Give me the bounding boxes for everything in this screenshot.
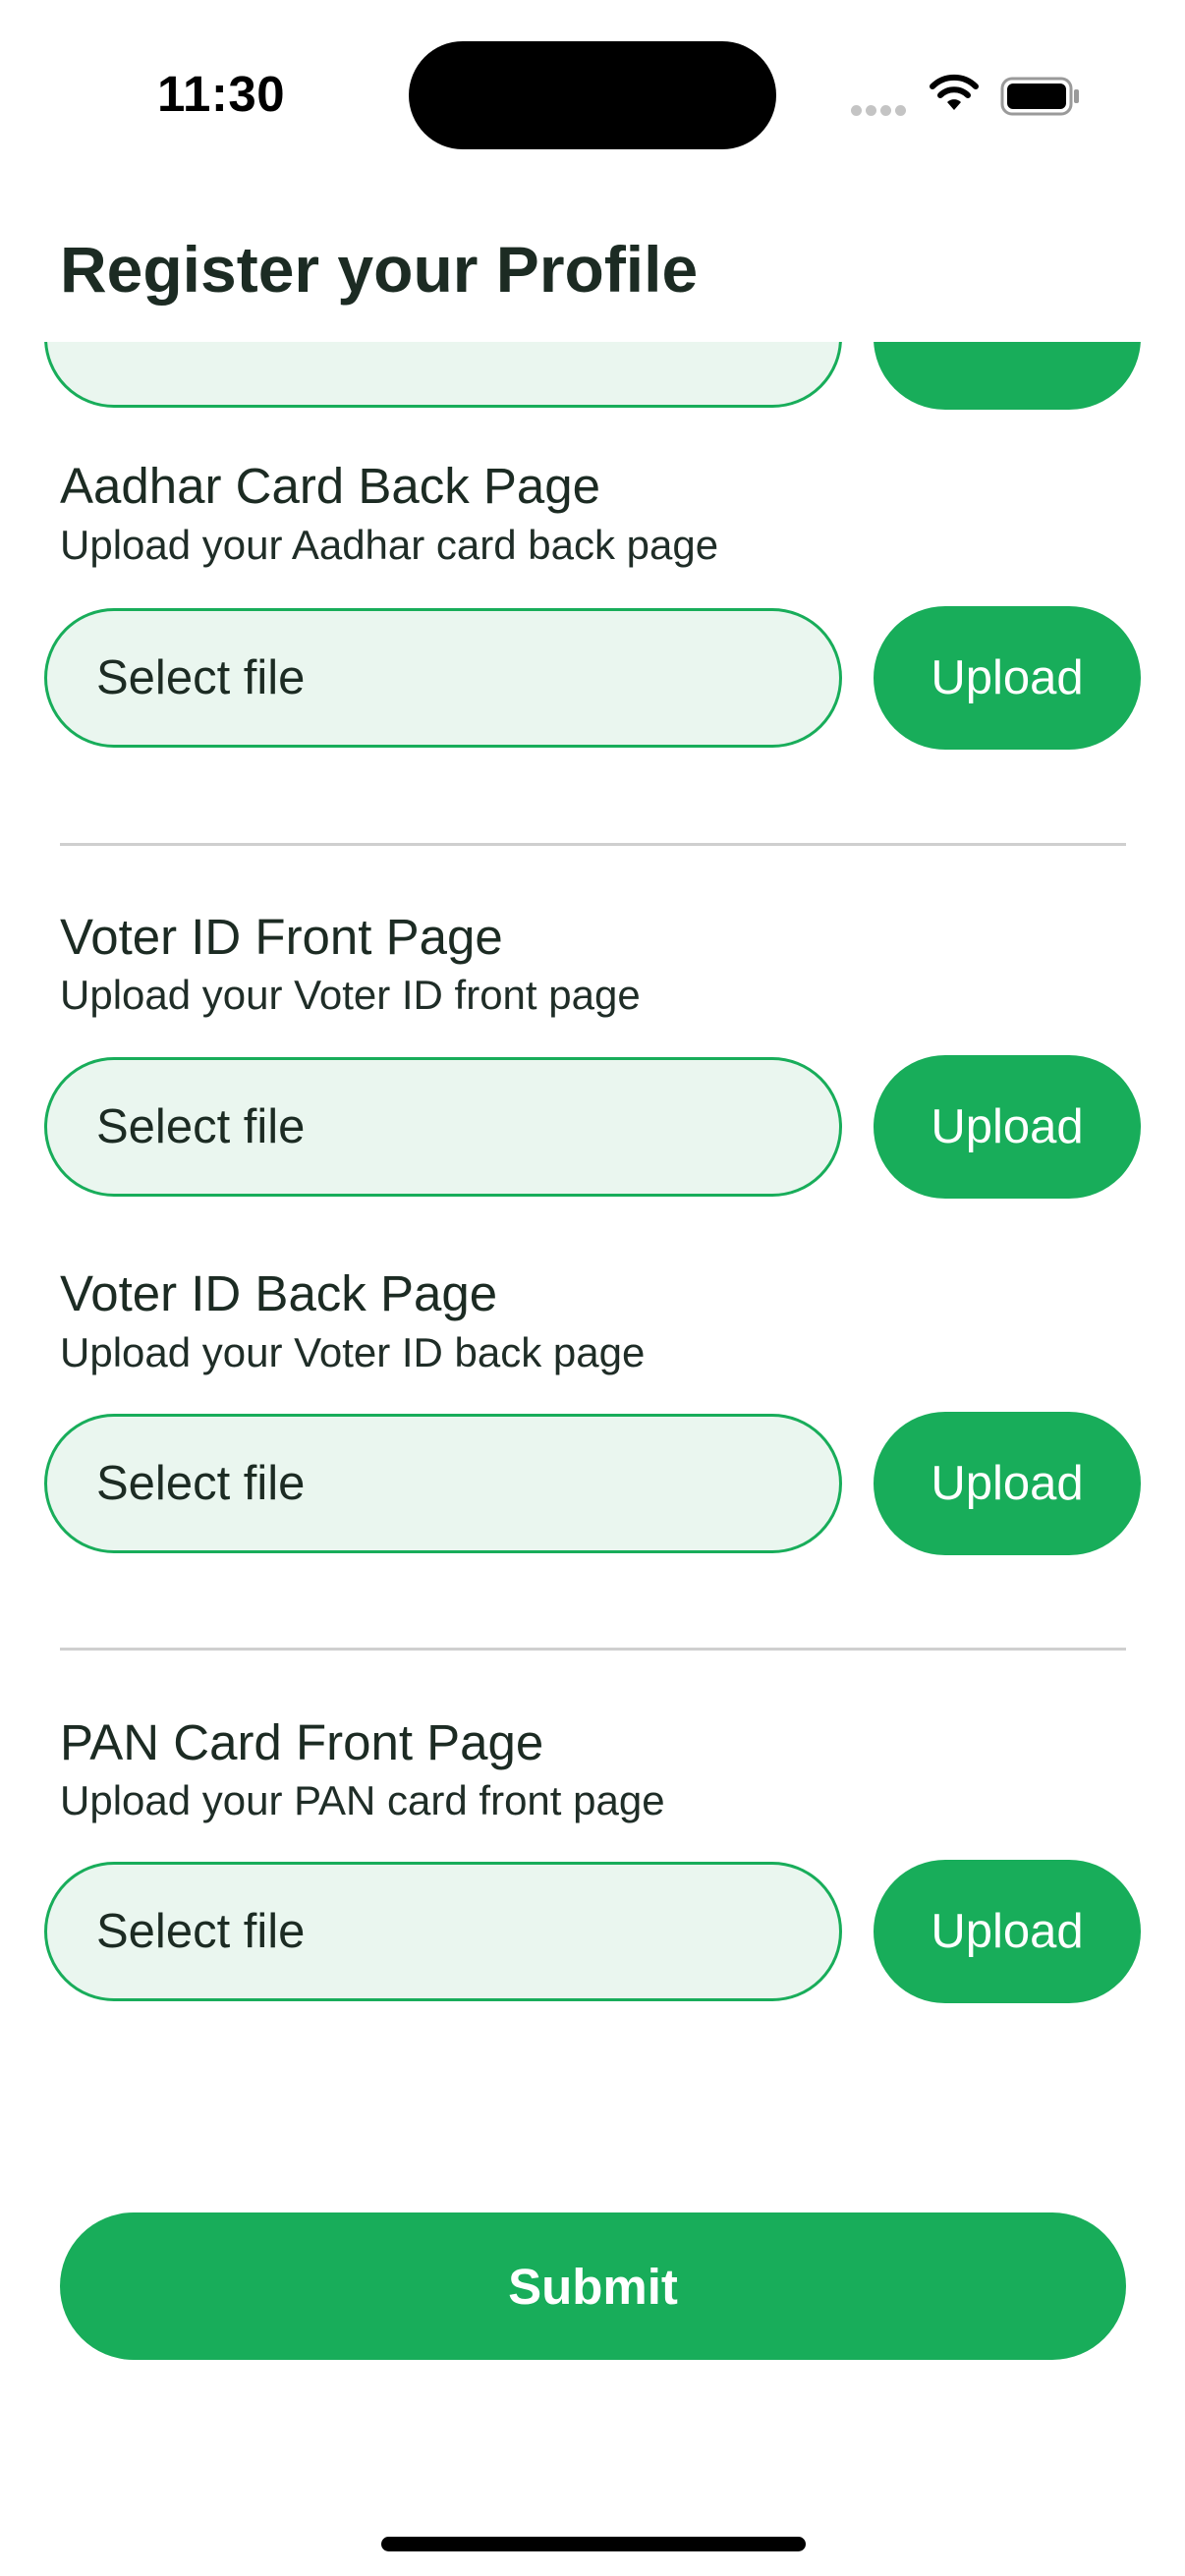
- pan-front-subtitle: Upload your PAN card front page: [60, 1777, 665, 1823]
- home-indicator[interactable]: [381, 2537, 806, 2551]
- pan-front-upload-button[interactable]: Upload: [874, 1860, 1141, 2003]
- voter-back-subtitle: Upload your Voter ID back page: [60, 1329, 646, 1375]
- aadhar-back-file-field[interactable]: Select file: [44, 608, 842, 748]
- form-scroll-area[interactable]: Aadhar Card Back Page Upload your Aadhar…: [0, 342, 1185, 2179]
- wifi-icon: [930, 74, 979, 110]
- pan-front-file-field[interactable]: Select file: [44, 1862, 842, 2001]
- voter-front-upload-button[interactable]: Upload: [874, 1055, 1141, 1199]
- dynamic-island: [409, 41, 776, 149]
- status-time: 11:30: [157, 66, 286, 122]
- voter-front-subtitle: Upload your Voter ID front page: [60, 972, 641, 1018]
- voter-back-title: Voter ID Back Page: [60, 1265, 498, 1321]
- voter-back-file-field[interactable]: Select file: [44, 1414, 842, 1553]
- section-divider: [60, 1648, 1126, 1651]
- page-title: Register your Profile: [60, 233, 699, 306]
- aadhar-back-title: Aadhar Card Back Page: [60, 458, 600, 514]
- file-field-placeholder: Select file: [96, 651, 306, 704]
- voter-back-upload-button[interactable]: Upload: [874, 1412, 1141, 1555]
- pan-front-title: PAN Card Front Page: [60, 1714, 544, 1770]
- voter-front-title: Voter ID Front Page: [60, 909, 503, 965]
- cellular-dots-icon: [851, 103, 910, 121]
- voter-front-file-field[interactable]: Select file: [44, 1057, 842, 1197]
- aadhar-back-subtitle: Upload your Aadhar card back page: [60, 522, 719, 568]
- file-field-placeholder: Select file: [96, 1100, 306, 1153]
- previous-file-field[interactable]: [44, 342, 842, 408]
- section-divider: [60, 843, 1126, 846]
- file-field-placeholder: Select file: [96, 1457, 306, 1510]
- submit-button[interactable]: Submit: [60, 2212, 1126, 2360]
- battery-icon: [1000, 77, 1079, 116]
- file-field-placeholder: Select file: [96, 1905, 306, 1958]
- aadhar-back-upload-button[interactable]: Upload: [874, 606, 1141, 750]
- previous-upload-button[interactable]: [874, 342, 1141, 410]
